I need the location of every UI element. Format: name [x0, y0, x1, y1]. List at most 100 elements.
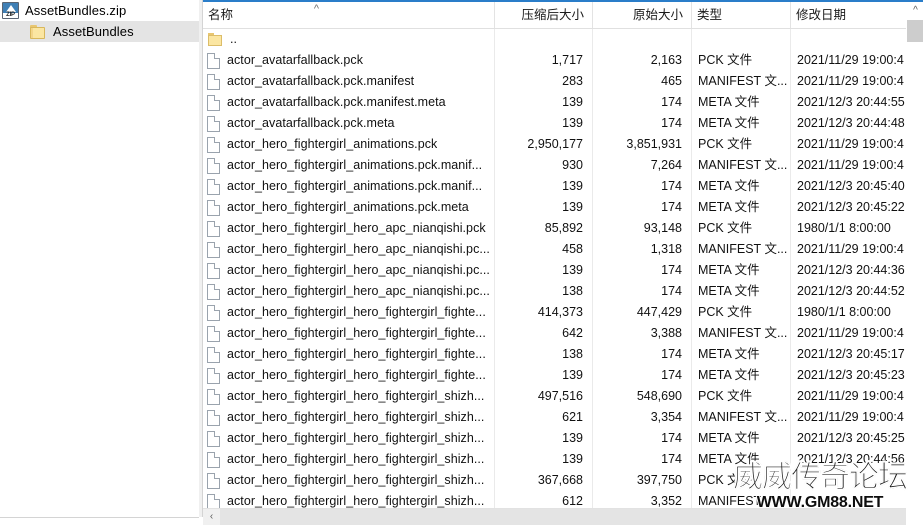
table-row[interactable]: actor_hero_fightergirl_hero_fightergirl_…	[203, 365, 923, 386]
file-icon	[207, 451, 220, 468]
table-row[interactable]: actor_hero_fightergirl_hero_fightergirl_…	[203, 302, 923, 323]
cell-original-size: 93,148	[593, 218, 692, 239]
vertical-scrollbar[interactable]: ^	[906, 2, 923, 508]
cell-name[interactable]: actor_hero_fightergirl_animations.pck.me…	[203, 197, 495, 218]
table-row[interactable]: actor_hero_fightergirl_animations.pck.me…	[203, 197, 923, 218]
scroll-up-icon[interactable]: ^	[907, 2, 923, 19]
table-row[interactable]: actor_hero_fightergirl_hero_fightergirl_…	[203, 449, 923, 470]
cell-original-size: 3,352	[593, 491, 692, 508]
table-row[interactable]: actor_hero_fightergirl_hero_fightergirl_…	[203, 428, 923, 449]
cell-name[interactable]: actor_hero_fightergirl_animations.pck.ma…	[203, 176, 495, 197]
cell-name[interactable]: actor_hero_fightergirl_hero_fightergirl_…	[203, 470, 495, 491]
cell-original-size: 174	[593, 449, 692, 470]
file-icon	[207, 136, 220, 153]
column-header-date-modified[interactable]: 修改日期	[791, 2, 923, 28]
table-row[interactable]: actor_avatarfallback.pck.meta 139 174 META …	[203, 113, 923, 134]
cell-date-modified: 2021/11/29 19:00:4	[797, 242, 904, 256]
cell-name[interactable]: actor_hero_fightergirl_hero_fightergirl_…	[203, 428, 495, 449]
cell-date-modified: 1980/1/1 8:00:00	[797, 305, 891, 319]
file-list-rows[interactable]: .. actor_avatarfallback.pck 1,717 2,163 PCK …	[203, 29, 923, 508]
cell-name[interactable]: actor_hero_fightergirl_hero_fightergirl_…	[203, 449, 495, 470]
cell-original-size: 174	[593, 113, 692, 134]
file-name-label: actor_hero_fightergirl_animations.pck	[227, 137, 438, 151]
cell-compressed-size: 139	[495, 449, 593, 470]
cell-compressed-size: 2,950,177	[495, 134, 593, 155]
cell-name[interactable]: actor_hero_fightergirl_hero_fightergirl_…	[203, 386, 495, 407]
cell-name[interactable]: actor_hero_fightergirl_animations.pck.ma…	[203, 155, 495, 176]
vertical-scrollbar-thumb[interactable]	[907, 20, 923, 42]
column-header-type[interactable]: 类型	[692, 2, 791, 28]
cell-name[interactable]: actor_hero_fightergirl_hero_apc_nianqish…	[203, 218, 495, 239]
cell-date-modified: 2021/12/3 20:44:55	[797, 95, 905, 109]
cell-name[interactable]: actor_hero_fightergirl_hero_apc_nianqish…	[203, 260, 495, 281]
table-row[interactable]: actor_hero_fightergirl_hero_apc_nianqish…	[203, 260, 923, 281]
table-row[interactable]: actor_hero_fightergirl_hero_apc_nianqish…	[203, 281, 923, 302]
file-name-label: actor_hero_fightergirl_hero_fightergirl_…	[227, 326, 486, 340]
table-row[interactable]: actor_hero_fightergirl_hero_fightergirl_…	[203, 344, 923, 365]
tree-item-assetbundles[interactable]: AssetBundles	[0, 21, 199, 42]
cell-type: META 文件	[692, 92, 791, 113]
cell-type: META 文件	[692, 260, 791, 281]
cell-name[interactable]: actor_hero_fightergirl_hero_apc_nianqish…	[203, 239, 495, 260]
cell-date-modified: 2021/12/3 20:44:56	[797, 452, 905, 466]
table-row[interactable]: actor_hero_fightergirl_hero_apc_nianqish…	[203, 239, 923, 260]
cell-type: MANIFEST 文...	[692, 407, 791, 428]
table-row[interactable]: actor_hero_fightergirl_animations.pck.ma…	[203, 155, 923, 176]
table-row[interactable]: actor_hero_fightergirl_hero_fightergirl_…	[203, 407, 923, 428]
table-row[interactable]: actor_hero_fightergirl_hero_fightergirl_…	[203, 386, 923, 407]
cell-name[interactable]: actor_avatarfallback.pck.manifest.meta	[203, 92, 495, 113]
table-row[interactable]: actor_avatarfallback.pck.manifest.meta 13…	[203, 92, 923, 113]
scroll-left-icon[interactable]: ‹	[203, 509, 220, 525]
cell-date-modified	[791, 29, 923, 50]
file-name-label: actor_hero_fightergirl_animations.pck.ma…	[227, 158, 483, 172]
cell-name[interactable]: actor_avatarfallback.pck	[203, 50, 495, 71]
cell-compressed-size: 458	[495, 239, 593, 260]
table-row[interactable]: actor_hero_fightergirl_animations.pck 2,9…	[203, 134, 923, 155]
cell-original-size: 174	[593, 281, 692, 302]
table-row[interactable]: actor_hero_fightergirl_hero_fightergirl_…	[203, 491, 923, 508]
cell-original-size: 174	[593, 197, 692, 218]
column-header-name[interactable]: 名称 ^	[203, 2, 495, 28]
column-header-compressed-size[interactable]: 压缩后大小	[495, 2, 593, 28]
tree-item-assetbundles-label: AssetBundles	[53, 24, 134, 39]
table-row[interactable]: actor_hero_fightergirl_animations.pck.ma…	[203, 176, 923, 197]
cell-name[interactable]: actor_hero_fightergirl_hero_fightergirl_…	[203, 323, 495, 344]
table-row[interactable]: actor_hero_fightergirl_hero_apc_nianqish…	[203, 218, 923, 239]
horizontal-scrollbar[interactable]: ‹	[203, 508, 906, 525]
cell-date-modified: 2021/11/29 19:00:4	[797, 74, 904, 88]
table-row[interactable]: ..	[203, 29, 923, 50]
cell-name[interactable]: ..	[203, 29, 495, 50]
cell-name[interactable]: actor_hero_fightergirl_hero_fightergirl_…	[203, 407, 495, 428]
cell-name[interactable]: actor_hero_fightergirl_hero_fightergirl_…	[203, 344, 495, 365]
file-icon	[207, 199, 220, 216]
cell-name[interactable]: actor_hero_fightergirl_hero_apc_nianqish…	[203, 281, 495, 302]
file-name-label: actor_hero_fightergirl_hero_apc_nianqish…	[227, 221, 486, 235]
cell-name[interactable]: actor_hero_fightergirl_hero_fightergirl_…	[203, 365, 495, 386]
cell-name[interactable]: actor_avatarfallback.pck.manifest	[203, 71, 495, 92]
horizontal-scrollbar-thumb[interactable]	[220, 509, 906, 525]
table-row[interactable]: actor_avatarfallback.pck 1,717 2,163 PCK 文件…	[203, 50, 923, 71]
table-row[interactable]: actor_hero_fightergirl_hero_fightergirl_…	[203, 323, 923, 344]
file-icon	[207, 283, 220, 300]
file-name-label: actor_hero_fightergirl_hero_fightergirl_…	[227, 473, 485, 487]
file-name-label: actor_avatarfallback.pck.manifest	[227, 74, 415, 88]
file-name-label: actor_hero_fightergirl_hero_apc_nianqish…	[227, 263, 490, 277]
cell-compressed-size: 139	[495, 260, 593, 281]
cell-type	[692, 29, 791, 50]
column-header-original-size[interactable]: 原始大小	[593, 2, 692, 28]
cell-name[interactable]: actor_avatarfallback.pck.meta	[203, 113, 495, 134]
cell-compressed-size: 621	[495, 407, 593, 428]
table-row[interactable]: actor_avatarfallback.pck.manifest 283 465 M…	[203, 71, 923, 92]
cell-type: MANIFEST 文...	[692, 239, 791, 260]
table-row[interactable]: actor_hero_fightergirl_hero_fightergirl_…	[203, 470, 923, 491]
tree-item-archive-root[interactable]: ZIP AssetBundles.zip	[0, 0, 199, 21]
cell-name[interactable]: actor_hero_fightergirl_hero_fightergirl_…	[203, 302, 495, 323]
cell-original-size: 465	[593, 71, 692, 92]
file-icon	[207, 472, 220, 489]
cell-type: PCK 文件	[692, 386, 791, 407]
cell-name[interactable]: actor_hero_fightergirl_animations.pck	[203, 134, 495, 155]
file-icon	[207, 52, 220, 69]
file-name-label: actor_hero_fightergirl_animations.pck.me…	[227, 200, 469, 214]
cell-name[interactable]: actor_hero_fightergirl_hero_fightergirl_…	[203, 491, 495, 508]
archive-tree-panel[interactable]: ZIP AssetBundles.zip AssetBundles	[0, 0, 199, 517]
